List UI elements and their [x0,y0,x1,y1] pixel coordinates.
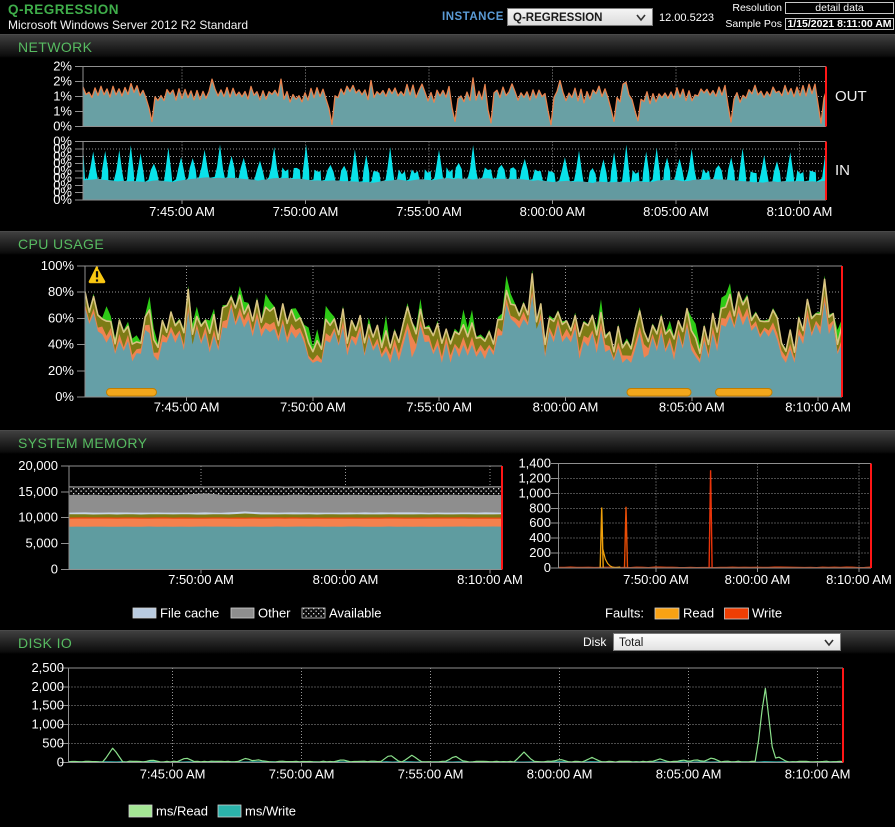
svg-text:8:00:00 AM: 8:00:00 AM [527,767,593,782]
svg-text:8:00:00 AM: 8:00:00 AM [520,204,586,219]
svg-text:40%: 40% [48,337,74,352]
svg-text:1,200: 1,200 [518,470,551,485]
svg-text:7:50:00 AM: 7:50:00 AM [280,400,346,415]
svg-text:Write: Write [752,606,782,621]
svg-text:2,500: 2,500 [31,660,64,675]
svg-text:8:00:00 AM: 8:00:00 AM [533,400,599,415]
svg-text:7:45:00 AM: 7:45:00 AM [149,204,215,219]
svg-text:1%: 1% [53,104,72,119]
svg-text:0%: 0% [55,389,74,404]
svg-text:ms/Write: ms/Write [245,804,296,819]
svg-text:80%: 80% [48,284,74,299]
svg-text:7:55:00 AM: 7:55:00 AM [406,400,472,415]
svg-text:60%: 60% [48,310,74,325]
svg-text:8:05:00 AM: 8:05:00 AM [643,204,709,219]
svg-text:7:45:00 AM: 7:45:00 AM [140,767,206,782]
svg-text:8:10:00 AM: 8:10:00 AM [785,400,851,415]
svg-text:20%: 20% [48,363,74,378]
svg-text:500: 500 [42,735,64,750]
svg-text:8:10:00 AM: 8:10:00 AM [785,767,851,782]
svg-text:10,000: 10,000 [18,510,58,525]
svg-text:Other: Other [258,606,291,621]
svg-text:1,400: 1,400 [518,456,551,471]
svg-text:7:55:00 AM: 7:55:00 AM [396,204,462,219]
svg-text:5,000: 5,000 [25,536,58,551]
svg-text:2%: 2% [53,59,72,74]
svg-text:0%: 0% [53,119,72,134]
svg-text:15,000: 15,000 [18,484,58,499]
svg-text:Read: Read [683,606,714,621]
svg-text:8:00:00 AM: 8:00:00 AM [725,572,791,587]
svg-text:100%: 100% [41,258,75,273]
svg-text:8:10:00 AM: 8:10:00 AM [826,572,892,587]
svg-text:7:50:00 AM: 7:50:00 AM [269,767,335,782]
svg-text:Faults:: Faults: [605,606,644,621]
svg-text:7:50:00 AM: 7:50:00 AM [168,572,234,587]
svg-text:0: 0 [57,754,64,769]
svg-text:0: 0 [544,560,551,575]
svg-text:8:10:00 AM: 8:10:00 AM [457,572,523,587]
svg-text:20,000: 20,000 [18,458,58,473]
svg-text:ms/Read: ms/Read [156,804,208,819]
svg-text:600: 600 [529,515,551,530]
svg-text:File cache: File cache [160,606,219,621]
svg-text:8:10:00 AM: 8:10:00 AM [767,204,833,219]
svg-text:1,500: 1,500 [31,698,64,713]
svg-text:8:05:00 AM: 8:05:00 AM [659,400,725,415]
svg-text:7:45:00 AM: 7:45:00 AM [154,400,220,415]
svg-text:Available: Available [329,606,382,621]
svg-text:800: 800 [529,500,551,515]
svg-text:0%: 0% [53,192,72,207]
svg-text:2,000: 2,000 [31,679,64,694]
svg-text:IN: IN [835,162,850,179]
svg-text:7:50:00 AM: 7:50:00 AM [273,204,339,219]
svg-text:0: 0 [51,561,58,576]
svg-text:OUT: OUT [835,88,867,105]
svg-text:7:55:00 AM: 7:55:00 AM [398,767,464,782]
svg-text:2%: 2% [53,74,72,89]
svg-text:400: 400 [529,530,551,545]
svg-text:7:50:00 AM: 7:50:00 AM [623,572,689,587]
svg-text:8:05:00 AM: 8:05:00 AM [656,767,722,782]
svg-text:8:00:00 AM: 8:00:00 AM [313,572,379,587]
svg-text:1,000: 1,000 [518,485,551,500]
svg-text:200: 200 [529,545,551,560]
svg-text:1%: 1% [53,89,72,104]
svg-text:1,000: 1,000 [31,717,64,732]
